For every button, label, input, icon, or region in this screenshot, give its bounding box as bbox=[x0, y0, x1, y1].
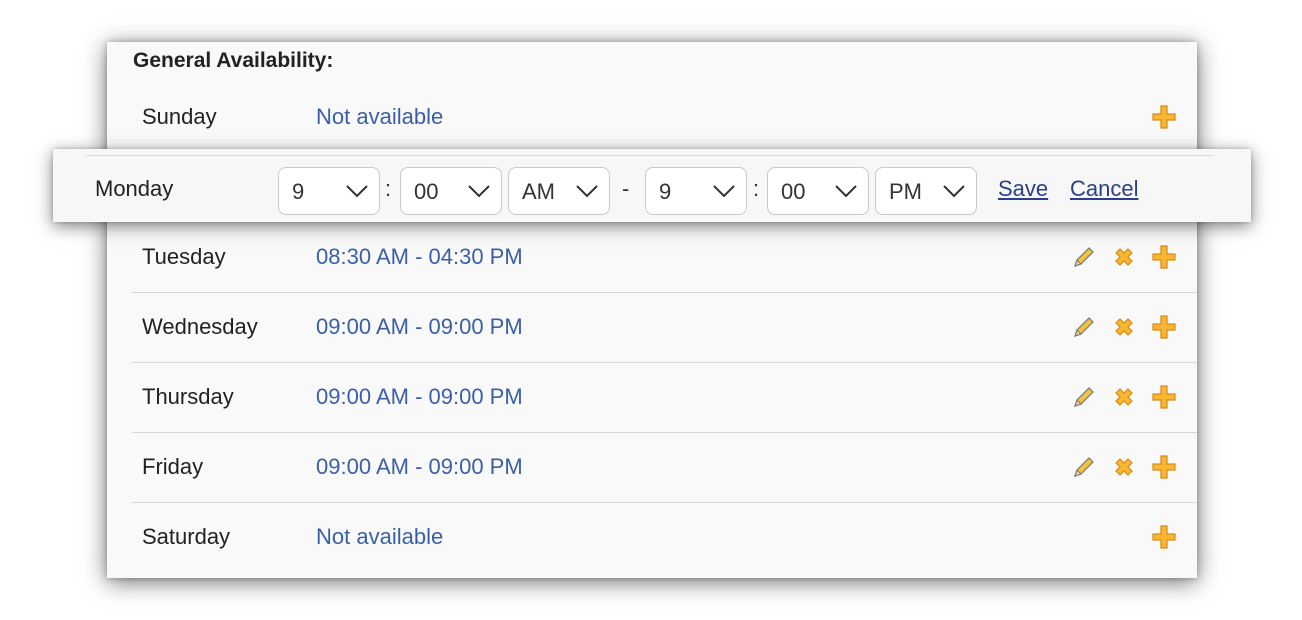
row-actions bbox=[1071, 314, 1177, 340]
day-label: Monday bbox=[95, 176, 174, 201]
plus-icon[interactable] bbox=[1151, 104, 1177, 130]
day-row-wednesday: Wednesday 09:00 AM - 09:00 PM bbox=[132, 292, 1197, 363]
availability-panel: General Availability: Sunday Not availab… bbox=[107, 42, 1197, 578]
cancel-link[interactable]: Cancel bbox=[1070, 176, 1138, 202]
start-hour-select[interactable]: 9 bbox=[278, 167, 380, 215]
day-label: Wednesday bbox=[142, 314, 258, 339]
close-icon[interactable] bbox=[1111, 314, 1137, 340]
day-label: Friday bbox=[142, 454, 204, 479]
chevron-down-icon bbox=[346, 185, 368, 198]
day-label: Sunday bbox=[142, 104, 217, 129]
divider bbox=[85, 155, 1213, 156]
pencil-icon[interactable] bbox=[1071, 244, 1097, 270]
day-label: Thursday bbox=[142, 384, 234, 409]
pencil-icon[interactable] bbox=[1071, 454, 1097, 480]
day-row-sunday: Sunday Not available bbox=[132, 82, 1197, 153]
hours-link[interactable]: Not available bbox=[316, 524, 443, 550]
plus-icon[interactable] bbox=[1151, 314, 1177, 340]
chevron-down-icon bbox=[943, 185, 965, 198]
start-minute-select[interactable]: 00 bbox=[400, 167, 502, 215]
day-row-monday-editing: Monday 9 : 00 AM - 9 : 00 PM Save Cancel bbox=[53, 149, 1251, 222]
time-colon: : bbox=[385, 176, 392, 201]
section-heading: General Availability: bbox=[133, 49, 334, 72]
day-row-tuesday: Tuesday 08:30 AM - 04:30 PM bbox=[132, 222, 1197, 293]
day-row-thursday: Thursday 09:00 AM - 09:00 PM bbox=[132, 362, 1197, 433]
plus-icon[interactable] bbox=[1151, 524, 1177, 550]
day-label: Saturday bbox=[142, 524, 231, 549]
save-link[interactable]: Save bbox=[998, 176, 1048, 202]
row-actions bbox=[1151, 104, 1177, 130]
hours-link[interactable]: 09:00 AM - 09:00 PM bbox=[316, 314, 523, 340]
plus-icon[interactable] bbox=[1151, 454, 1177, 480]
close-icon[interactable] bbox=[1111, 244, 1137, 270]
day-label: Tuesday bbox=[142, 244, 226, 269]
end-minute-select[interactable]: 00 bbox=[767, 167, 869, 215]
chevron-down-icon bbox=[468, 185, 490, 198]
hours-link[interactable]: 08:30 AM - 04:30 PM bbox=[316, 244, 523, 270]
hours-link[interactable]: 09:00 AM - 09:00 PM bbox=[316, 454, 523, 480]
end-period-select[interactable]: PM bbox=[875, 167, 977, 215]
hours-link[interactable]: Not available bbox=[316, 104, 443, 130]
plus-icon[interactable] bbox=[1151, 244, 1177, 270]
close-icon[interactable] bbox=[1111, 454, 1137, 480]
row-actions bbox=[1151, 524, 1177, 550]
end-hour-select[interactable]: 9 bbox=[645, 167, 747, 215]
close-icon[interactable] bbox=[1111, 384, 1137, 410]
chevron-down-icon bbox=[576, 185, 598, 198]
row-actions bbox=[1071, 384, 1177, 410]
day-row-friday: Friday 09:00 AM - 09:00 PM bbox=[132, 432, 1197, 503]
day-row-saturday: Saturday Not available bbox=[132, 502, 1197, 572]
pencil-icon[interactable] bbox=[1071, 314, 1097, 340]
row-actions bbox=[1071, 454, 1177, 480]
pencil-icon[interactable] bbox=[1071, 384, 1097, 410]
time-colon: : bbox=[753, 176, 760, 201]
range-dash: - bbox=[622, 176, 630, 201]
start-period-select[interactable]: AM bbox=[508, 167, 610, 215]
plus-icon[interactable] bbox=[1151, 384, 1177, 410]
chevron-down-icon bbox=[835, 185, 857, 198]
chevron-down-icon bbox=[713, 185, 735, 198]
row-actions bbox=[1071, 244, 1177, 270]
hours-link[interactable]: 09:00 AM - 09:00 PM bbox=[316, 384, 523, 410]
